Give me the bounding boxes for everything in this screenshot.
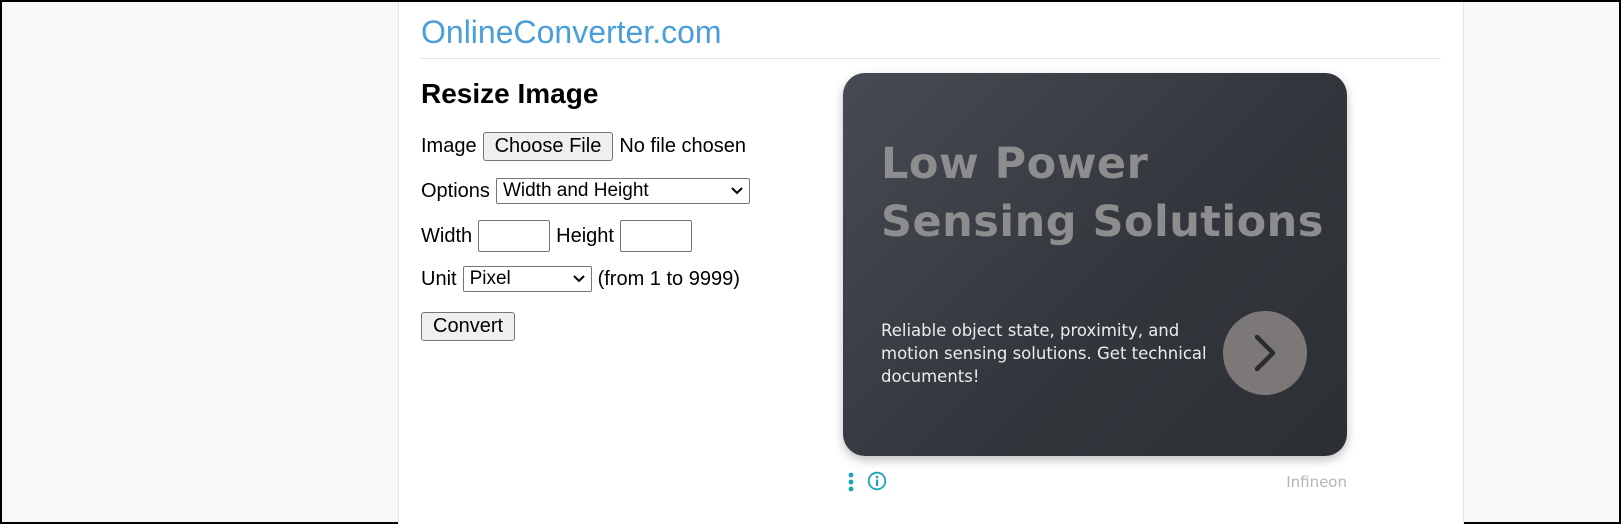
options-selected-value: Width and Height xyxy=(502,180,649,201)
chevron-down-icon xyxy=(731,187,743,195)
ad-arrow-button[interactable] xyxy=(1223,311,1307,395)
options-select[interactable]: Width and Height xyxy=(495,178,750,204)
height-label: Height xyxy=(556,224,614,247)
ad-advertiser-name: Infineon xyxy=(1286,473,1347,491)
unit-label: Unit xyxy=(421,267,457,290)
unit-select[interactable]: Pixel xyxy=(462,266,592,292)
file-status-text: No file chosen xyxy=(619,135,747,157)
options-label: Options xyxy=(421,179,490,202)
info-icon[interactable] xyxy=(867,471,887,491)
image-label: Image xyxy=(421,135,477,157)
chevron-right-icon xyxy=(1254,334,1276,372)
unit-row: Unit Pixel (from 1 to 9999) xyxy=(421,266,740,292)
options-row: Options Width and Height xyxy=(421,178,750,204)
size-row: Width Height xyxy=(421,220,698,252)
ad-body-text: Reliable object state, proximity, and mo… xyxy=(881,321,1207,386)
unit-selected-value: Pixel xyxy=(469,268,511,289)
width-label: Width xyxy=(421,224,473,247)
main-content: OnlineConverter.com Resize Image Image C… xyxy=(398,2,1464,524)
ad-card[interactable]: Low Power Sensing Solutions Reliable obj… xyxy=(843,73,1347,456)
page-title: Resize Image xyxy=(421,78,599,109)
convert-button[interactable]: Convert xyxy=(421,312,516,341)
ad-headline: Low Power Sensing Solutions xyxy=(881,135,1341,251)
site-title-link[interactable]: OnlineConverter.com xyxy=(421,14,722,51)
height-input[interactable] xyxy=(619,220,692,252)
vertical-dots-icon[interactable] xyxy=(845,472,857,492)
chevron-down-icon xyxy=(572,275,585,283)
image-row: Image Choose File No file chosen xyxy=(421,132,746,161)
ad-headline-line2: Sensing Solutions xyxy=(881,197,1324,247)
unit-range-note: (from 1 to 9999) xyxy=(597,267,740,290)
choose-file-button[interactable]: Choose File xyxy=(482,132,614,161)
header-divider xyxy=(421,58,1441,59)
ad-headline-line1: Low Power xyxy=(881,139,1149,189)
width-input[interactable] xyxy=(478,220,551,252)
